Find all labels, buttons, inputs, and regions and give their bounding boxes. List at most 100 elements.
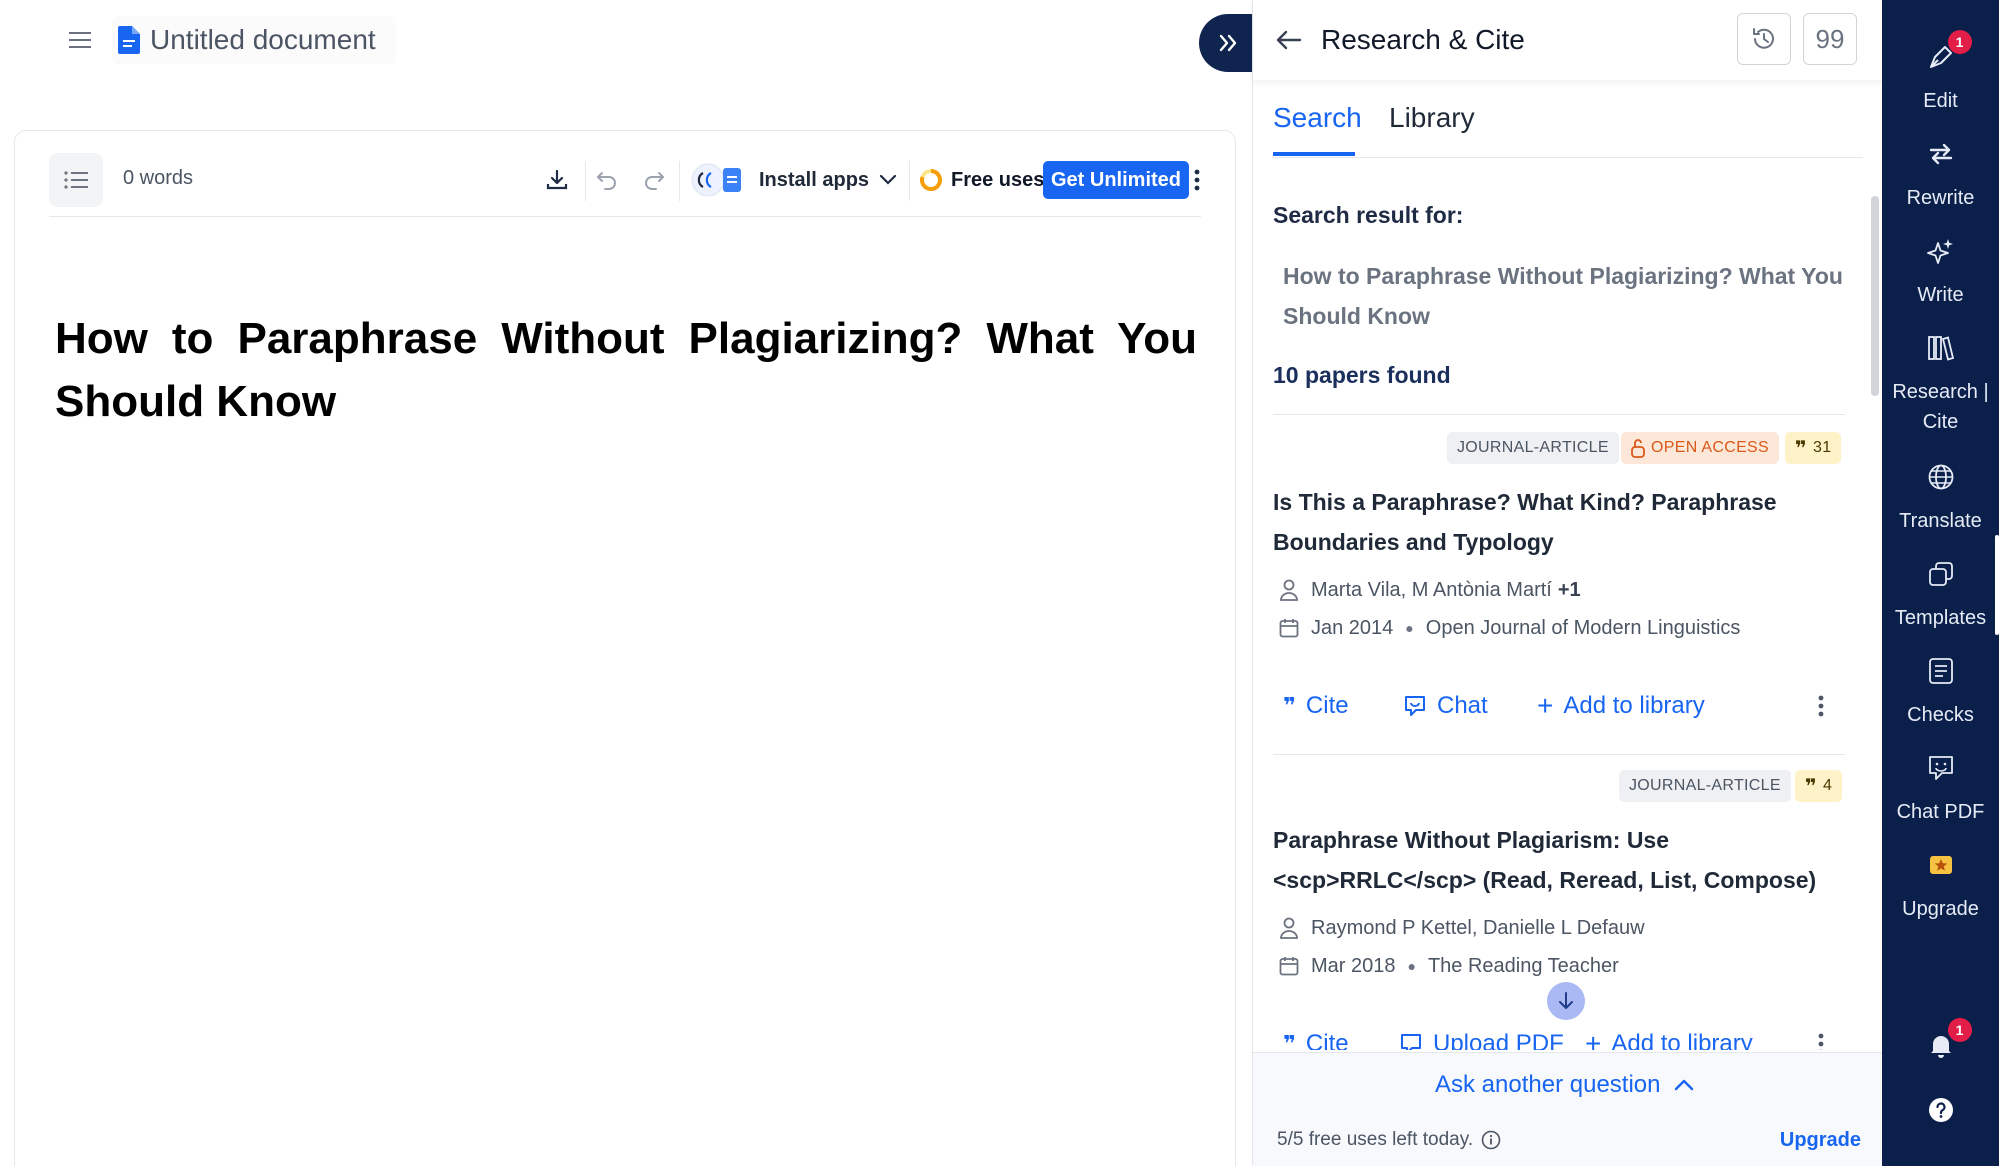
bell-icon: 1 [1924,1018,1972,1062]
search-results-list[interactable]: Search result for: How to Paraphrase Wit… [1273,170,1845,1050]
rail-label: Upgrade [1902,898,1979,920]
cite-button[interactable]: ❞ Cite [1283,688,1349,724]
rail-label: Templates [1894,607,1987,629]
paper-title[interactable]: Paraphrase Without Plagiarism: Use <scp>… [1273,820,1843,900]
pen-nib-icon: 1 [1924,30,1972,74]
citation-count-badge: ❞ 4 [1795,770,1843,802]
list-icon [64,171,88,189]
document-title: Untitled document [150,24,376,55]
person-icon [1280,917,1298,939]
paper-authors-row: Marta Vila, M Antònia Martí +1 [1279,576,1581,604]
active-tab-indicator [1273,152,1355,156]
document-heading[interactable]: How to Paraphrase Without Plagiarizing? … [55,307,1197,433]
help-button[interactable] [1882,1093,1999,1127]
upload-pdf-label: Upload PDF [1433,1030,1564,1050]
panel-footer: Ask another question 5/5 free uses left … [1253,1052,1883,1166]
editor-card: 0 words Install apps Free uses Get Unlim… [14,130,1236,1166]
rail-item-checks[interactable]: Checks [1882,654,1999,730]
globe-icon [1924,460,1958,494]
hamburger-menu-button[interactable] [62,22,98,58]
chat-button[interactable]: Chat [1403,688,1488,724]
rail-item-research-cite[interactable]: Research | Cite [1882,331,1999,437]
download-icon [546,169,568,190]
redo-button[interactable] [637,163,671,197]
rail-item-templates[interactable]: Templates [1882,557,1999,633]
paper-type-badge: JOURNAL-ARTICLE [1447,432,1619,464]
info-icon[interactable] [1481,1130,1501,1150]
more-options-button[interactable] [1185,163,1209,197]
rail-label: Edit [1923,90,1958,112]
chat-label: Chat [1437,692,1488,719]
toolbar-divider [679,161,680,201]
install-apps-label: Install apps [759,168,870,191]
chevron-up-icon [1675,1079,1694,1091]
rail-edge-handle[interactable] [1995,535,1999,635]
paper-more-button[interactable] [1809,1026,1833,1050]
rail-item-write[interactable]: Write [1882,234,1999,310]
document-title-field[interactable]: Untitled document [112,16,396,64]
rail-item-translate[interactable]: Translate [1882,460,1999,536]
collapse-panel-button[interactable] [1199,14,1257,72]
back-button[interactable] [1271,22,1307,58]
panel-header: Research & Cite 99 [1253,0,1883,80]
add-to-library-button[interactable]: + Add to library [1585,1026,1753,1051]
free-uses-indicator: Free uses [919,163,1044,197]
undo-icon [597,172,616,190]
papers-found-count: 10 papers found [1273,362,1451,388]
rail-label: Research | Cite [1892,381,1989,433]
redo-icon [645,172,664,190]
tab-library[interactable]: Library [1389,102,1475,134]
cite-button[interactable]: ❞ Cite [1283,1026,1349,1050]
add-to-library-label: Add to library [1611,1030,1753,1050]
toolbar-divider [909,161,910,201]
notifications-badge: 1 [1947,1018,1972,1042]
citation-style-button[interactable]: 99 [1803,13,1857,65]
chevron-down-icon [879,174,897,185]
calendar-icon [1279,619,1299,638]
rewrite-arrows-icon [1924,137,1958,171]
footer-upgrade-link[interactable]: Upgrade [1780,1129,1861,1152]
get-unlimited-button[interactable]: Get Unlimited [1043,161,1190,199]
books-icon [1924,331,1958,365]
free-uses-label: Free uses [951,168,1045,191]
paper-title[interactable]: Is This a Paraphrase? What Kind? Paraphr… [1273,482,1843,562]
install-apps-dropdown[interactable]: Install apps [691,159,897,201]
quote-icon: ❞ [1805,775,1818,798]
download-button[interactable] [540,163,574,197]
paper-date-row: Mar 2018 ● The Reading Teacher [1279,952,1619,980]
rail-item-edit[interactable]: 1 Edit [1882,30,1999,116]
paper-more-button[interactable] [1809,688,1833,724]
notifications-button[interactable]: 1 [1882,1018,1999,1062]
rail-label: Write [1917,284,1964,306]
ask-another-question-button[interactable]: Ask another question [1435,1067,1694,1103]
paper-date: Jan 2014 [1311,616,1394,639]
edit-notification-badge: 1 [1947,30,1972,54]
progress-ring-icon [920,169,942,191]
rail-item-rewrite[interactable]: Rewrite [1882,137,1999,213]
free-uses-left-text: 5/5 free uses left today. [1277,1129,1474,1150]
rail-item-upgrade[interactable]: Upgrade [1882,848,1999,924]
scroll-down-button[interactable] [1547,982,1585,1020]
calendar-icon [1279,957,1299,976]
upload-pdf-button[interactable]: Upload PDF [1399,1026,1564,1050]
document-topbar: Untitled document [0,0,1257,82]
add-to-library-button[interactable]: + Add to library [1537,688,1705,724]
rail-item-chat-pdf[interactable]: Chat PDF [1882,751,1999,827]
kebab-menu-icon [1818,695,1824,717]
panel-title: Research & Cite [1321,24,1525,55]
tab-search[interactable]: Search [1273,102,1362,134]
separator-dot: ● [1407,958,1416,974]
double-chevron-right-icon [1219,34,1237,52]
results-scrollbar[interactable] [1871,196,1879,396]
undo-button[interactable] [590,163,624,197]
history-button[interactable] [1737,13,1791,65]
outline-button[interactable] [49,153,103,207]
document-file-icon [118,26,140,54]
rail-label: Checks [1907,704,1974,726]
search-result-label: Search result for: [1273,202,1464,228]
citation-count: 31 [1813,439,1832,456]
more-authors-count: +1 [1557,578,1581,601]
divider [1273,754,1845,755]
chat-pdf-icon [1924,751,1958,785]
paper-journal: The Reading Teacher [1427,954,1619,977]
